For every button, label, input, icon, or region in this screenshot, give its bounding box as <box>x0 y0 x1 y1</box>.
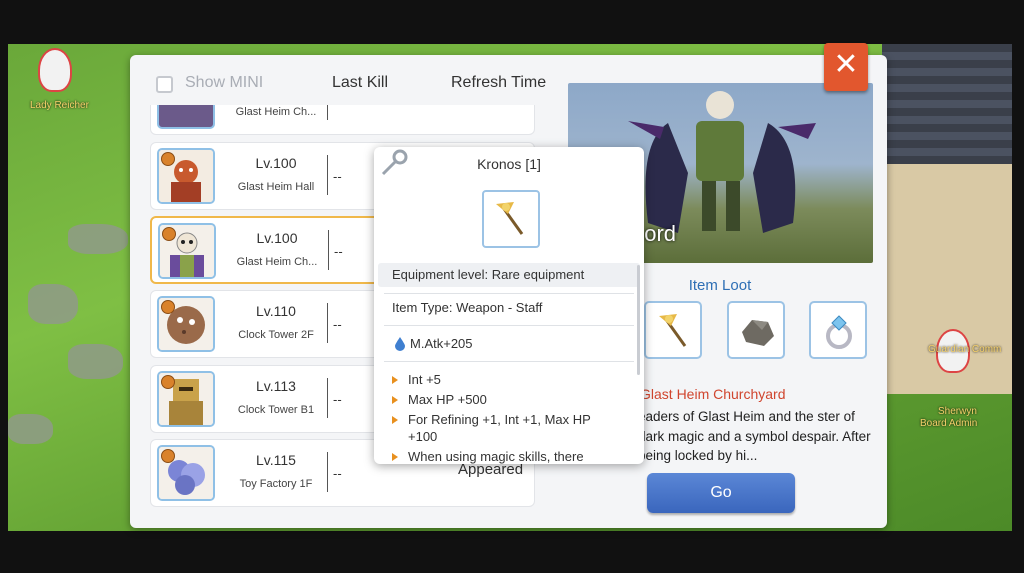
bullet-icon <box>392 376 398 384</box>
divider <box>384 293 634 294</box>
mvp-badge-icon <box>161 152 175 166</box>
close-button[interactable]: ✕ <box>824 43 868 91</box>
tooltip-effect: Max HP +500 <box>408 392 487 407</box>
tooltip-equipment-level: Equipment level: Rare equipment <box>392 267 585 282</box>
tooltip-item-slot <box>482 190 540 248</box>
column-divider <box>327 452 328 492</box>
loot-item-ring[interactable] <box>809 301 867 359</box>
boss-portrait <box>157 371 215 427</box>
tooltip-item-type: Item Type: Weapon - Staff <box>392 300 543 315</box>
npc-right-label-1: Guardian Comm <box>928 344 1002 355</box>
bullet-icon <box>392 453 398 461</box>
loot-item-ore[interactable] <box>727 301 785 359</box>
boss-location: Clock Tower 2F <box>238 329 314 341</box>
refresh-time-header: Refresh Time <box>451 74 547 91</box>
boss-location: Glast Heim Ch... <box>235 106 317 118</box>
boss-row[interactable]: Glast Heim Ch... <box>150 105 535 135</box>
boss-location: Toy Factory 1F <box>239 478 313 490</box>
mvp-badge-icon <box>161 300 175 314</box>
go-button[interactable]: Go <box>647 473 795 513</box>
tooltip-effect: Int +5 <box>408 372 441 387</box>
boss-last-kill: -- <box>333 466 342 481</box>
boss-last-kill: -- <box>334 244 343 259</box>
boss-portrait <box>157 296 215 352</box>
npc-left[interactable] <box>38 48 72 92</box>
tooltip-item-name: Kronos [1] <box>477 156 541 172</box>
divider <box>384 325 634 326</box>
show-mini-checkbox[interactable] <box>156 76 173 93</box>
boss-level: Lv.113 <box>256 378 296 394</box>
item-tooltip: Kronos [1] Equipment level: Rare equipme… <box>374 147 644 464</box>
boss-description: eaders of Glast Heim and the ster of dar… <box>638 409 871 463</box>
column-divider <box>327 105 328 120</box>
screen: Lady Reicher Guardian Comm Sherwyn Board… <box>0 0 1024 573</box>
boss-level: Lv.100 <box>255 155 297 171</box>
boss-location: Glast Heim Hall <box>237 181 315 193</box>
boss-level: Lv.110 <box>256 303 296 319</box>
staff-icon <box>659 314 687 347</box>
boss-portrait <box>157 105 215 129</box>
boss-level: Lv.100 <box>256 230 298 246</box>
water-drop-icon <box>394 337 406 356</box>
boss-name-label: ord <box>644 221 676 246</box>
bullet-icon <box>392 416 398 424</box>
item-loot-title: Item Loot <box>688 277 752 294</box>
ring-icon <box>826 315 852 349</box>
tooltip-scrollbar[interactable] <box>637 265 640 375</box>
boss-last-kill: -- <box>333 392 342 407</box>
boss-level: Lv.115 <box>256 452 296 468</box>
stepping-stone <box>68 224 128 254</box>
boss-portrait <box>158 223 216 279</box>
boss-last-kill: -- <box>333 169 342 184</box>
stepping-stone <box>8 414 53 444</box>
boss-portrait <box>157 148 215 204</box>
npc-right-label-2: Sherwyn <box>938 406 977 417</box>
loot-item-staff[interactable] <box>644 301 702 359</box>
ore-icon <box>742 320 774 346</box>
npc-left-label: Lady Reicher <box>30 100 89 111</box>
column-divider <box>327 155 328 195</box>
boss-last-kill: -- <box>333 317 342 332</box>
tooltip-matk: M.Atk+205 <box>410 336 473 351</box>
panel-header: Show MINI Last Kill Refresh Time <box>130 55 560 105</box>
boss-location-title: Glast Heim Churchyard <box>640 386 786 402</box>
mvp-badge-icon <box>161 375 175 389</box>
column-divider <box>328 230 329 270</box>
mvp-badge-icon <box>162 227 176 241</box>
tooltip-effect: For Refining +1, Int +1, Max HP +100 <box>408 412 591 444</box>
last-kill-header: Last Kill <box>332 74 389 91</box>
boss-portrait <box>157 445 215 501</box>
boss-location: Clock Tower B1 <box>237 404 315 416</box>
stepping-stone <box>28 284 78 324</box>
column-divider <box>327 303 328 343</box>
staff-icon <box>496 202 524 235</box>
divider <box>384 361 634 362</box>
bullet-icon <box>392 396 398 404</box>
stepping-stone <box>68 344 123 379</box>
show-mini-label[interactable]: Show MINI <box>185 74 263 92</box>
npc-right-label-3: Board Admin <box>920 418 978 429</box>
boss-location: Glast Heim Ch... <box>236 256 318 268</box>
tooltip-effect: When using magic skills, there <box>408 449 584 464</box>
close-icon: ✕ <box>833 48 859 81</box>
column-divider <box>327 378 328 418</box>
mvp-badge-icon <box>161 449 175 463</box>
